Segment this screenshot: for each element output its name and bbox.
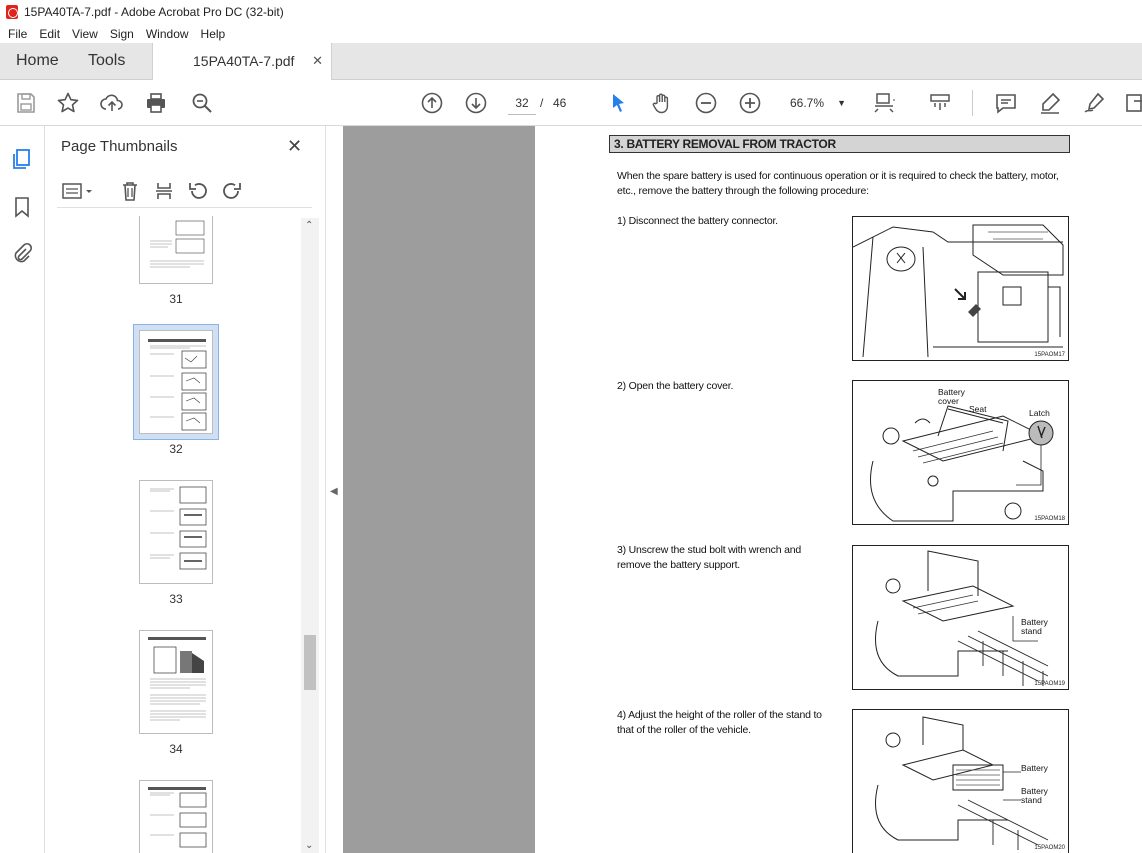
menu-edit[interactable]: Edit — [33, 27, 66, 41]
step-3-text: 3) Unscrew the stud bolt with wrench and… — [617, 544, 802, 571]
menu-file[interactable]: File — [2, 27, 33, 41]
bookmark-icon[interactable] — [11, 196, 33, 218]
zoom-in-icon[interactable] — [738, 91, 762, 115]
upload-icon[interactable] — [100, 91, 124, 115]
extract-page-icon[interactable] — [153, 180, 175, 202]
zoom-level-select[interactable]: 66.7% ▼ — [780, 91, 850, 115]
tab-tools[interactable]: Tools — [88, 52, 125, 70]
menu-bar: File Edit View Sign Window Help — [0, 24, 1142, 43]
toolbar-divider — [972, 90, 973, 116]
figure-step-2: Battery cover Seat Latch 15PAOM18 — [852, 380, 1069, 525]
tab-document[interactable]: 15PA40TA-7.pdf ✕ — [152, 43, 332, 80]
panel-title: Page Thumbnails — [61, 138, 178, 155]
delete-page-icon[interactable] — [119, 180, 141, 202]
title-bar: 15PA40TA-7.pdf - Adobe Acrobat Pro DC (3… — [0, 0, 1142, 24]
hand-tool-icon[interactable] — [650, 91, 674, 115]
figure-label: Latch — [1029, 408, 1050, 418]
next-page-icon[interactable] — [464, 91, 488, 115]
star-icon[interactable] — [56, 91, 80, 115]
page-number-label: 31 — [169, 292, 183, 306]
collapse-panel-icon[interactable]: ◀ — [330, 486, 338, 497]
previous-page-icon[interactable] — [420, 91, 444, 115]
sign-pen-icon[interactable] — [1082, 91, 1106, 115]
page-thumbnail[interactable] — [139, 216, 213, 284]
menu-sign[interactable]: Sign — [104, 27, 140, 41]
thumbnail-options-icon[interactable] — [61, 180, 95, 202]
chevron-down-icon: ▼ — [837, 98, 846, 108]
scroll-up-icon[interactable]: ⌃ — [305, 220, 313, 231]
rotate-left-icon[interactable] — [187, 180, 209, 202]
figure-step-4: Battery Battery stand 15PAOM20 — [852, 709, 1069, 853]
acrobat-icon — [6, 5, 18, 19]
thumbnail-scrollbar[interactable]: ⌃ ⌄ — [301, 218, 319, 853]
figure-label: Battery stand — [1021, 617, 1048, 636]
figure-step-1: 15PAOM17 — [852, 216, 1069, 361]
tab-bar: Home Tools 15PA40TA-7.pdf ✕ — [0, 43, 1142, 80]
menu-help[interactable]: Help — [195, 27, 232, 41]
scroll-down-icon[interactable]: ⌄ — [305, 840, 313, 851]
save-icon[interactable] — [14, 91, 38, 115]
tab-home[interactable]: Home — [16, 52, 59, 70]
scrollbar-thumb[interactable] — [304, 635, 316, 690]
page-separator: / — [540, 96, 544, 110]
figure-label: Seat — [969, 404, 987, 414]
zoom-search-icon[interactable] — [190, 91, 214, 115]
document-viewer[interactable]: 3. BATTERY REMOVAL FROM TRACTOR When the… — [343, 126, 1142, 853]
thumbnail-list: 31 32 33 34 — [45, 216, 300, 853]
section-title: 3. BATTERY REMOVAL FROM TRACTOR — [609, 135, 1070, 153]
page-number-label: 34 — [169, 742, 183, 756]
page-thumbnails-panel: Page Thumbnails ✕ 31 32 33 34 ⌃ ⌄ — [45, 126, 325, 853]
comment-icon[interactable] — [994, 91, 1018, 115]
page-thumbnail[interactable] — [139, 630, 213, 734]
scroll-mode-icon[interactable] — [928, 91, 952, 115]
more-tools-icon[interactable] — [1124, 91, 1142, 115]
thumbnail-toolbar — [57, 176, 312, 208]
zoom-out-icon[interactable] — [694, 91, 718, 115]
page-thumbnail-selected[interactable] — [139, 330, 213, 434]
page-thumbnails-icon[interactable] — [11, 148, 33, 170]
tab-document-label: 15PA40TA-7.pdf — [193, 53, 295, 69]
page-thumbnail[interactable] — [139, 480, 213, 584]
figure-code: 15PAOM17 — [1034, 352, 1065, 358]
intro-paragraph: When the spare battery is used for conti… — [617, 170, 1059, 197]
page-fit-icon[interactable] — [872, 91, 896, 115]
figure-code: 15PAOM20 — [1034, 845, 1065, 851]
figure-step-3: Battery stand 15PAOM19 — [852, 545, 1069, 690]
step-1-text: 1) Disconnect the battery connector. — [617, 215, 778, 227]
print-icon[interactable] — [144, 91, 168, 115]
page-number-label: 33 — [169, 592, 183, 606]
toolbar: 32 / 46 66.7% ▼ — [0, 80, 1142, 126]
figure-code: 15PAOM19 — [1034, 681, 1065, 687]
highlight-pen-icon[interactable] — [1038, 91, 1062, 115]
close-panel-icon[interactable]: ✕ — [287, 136, 302, 157]
close-tab-icon[interactable]: ✕ — [312, 53, 323, 69]
figure-code: 15PAOM18 — [1034, 516, 1065, 522]
figure-label: Battery — [1021, 763, 1048, 773]
attachment-icon[interactable] — [11, 242, 33, 264]
window-title: 15PA40TA-7.pdf - Adobe Acrobat Pro DC (3… — [24, 5, 284, 19]
page-thumbnail[interactable] — [139, 780, 213, 853]
step-2-text: 2) Open the battery cover. — [617, 380, 734, 392]
step-4-text: 4) Adjust the height of the roller of th… — [617, 709, 822, 736]
figure-label: Battery stand — [1021, 786, 1048, 805]
page-number-label: 32 — [169, 442, 183, 456]
page-number-input[interactable]: 32 — [508, 91, 536, 115]
panel-splitter[interactable]: ◀ — [325, 126, 343, 853]
pdf-page: 3. BATTERY REMOVAL FROM TRACTOR When the… — [535, 126, 1142, 853]
select-cursor-icon[interactable] — [606, 91, 630, 115]
rotate-right-icon[interactable] — [221, 180, 243, 202]
page-total: 46 — [553, 96, 567, 110]
menu-window[interactable]: Window — [140, 27, 195, 41]
zoom-level-value: 66.7% — [790, 96, 825, 110]
menu-view[interactable]: View — [66, 27, 104, 41]
left-navigation-rail — [0, 126, 45, 853]
